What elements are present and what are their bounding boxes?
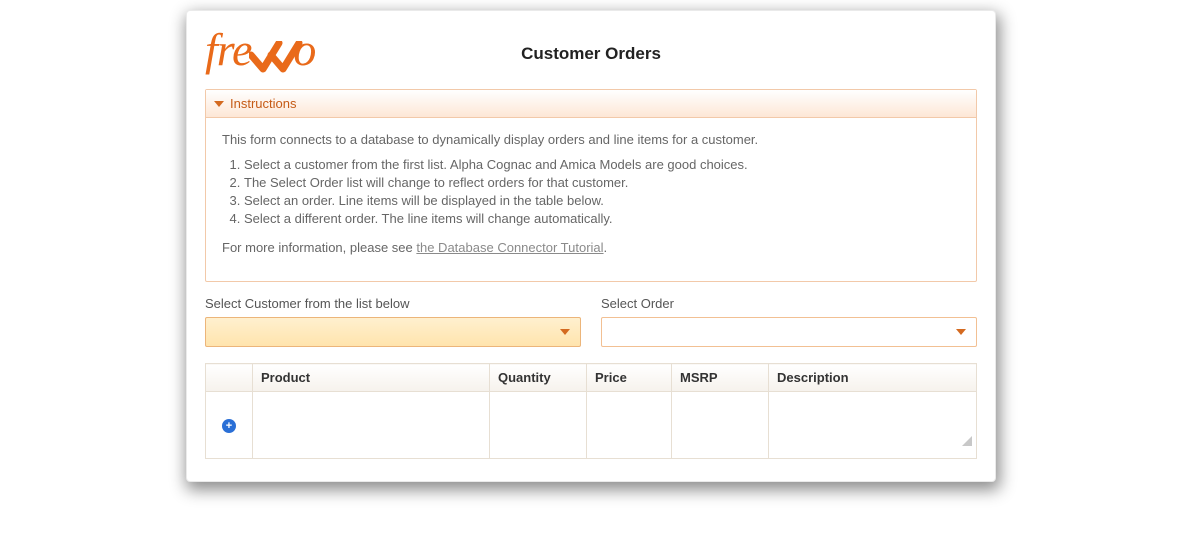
instructions-intro: This form connects to a database to dyna… [222, 132, 960, 147]
cell-product[interactable] [253, 392, 490, 459]
chevron-down-icon [214, 101, 224, 107]
table-header-description: Description [769, 364, 977, 392]
table-header-price: Price [587, 364, 672, 392]
brand-logo-check-icon [249, 41, 309, 75]
cell-quantity[interactable] [490, 392, 587, 459]
customer-field: Select Customer from the list below [205, 296, 581, 347]
table-row: + [206, 392, 977, 459]
table-header-msrp: MSRP [672, 364, 769, 392]
order-label: Select Order [601, 296, 977, 311]
table-header-product: Product [253, 364, 490, 392]
instructions-step: Select a different order. The line items… [244, 211, 960, 226]
instructions-footer: For more information, please see the Dat… [222, 240, 960, 255]
row-handle-cell: + [206, 392, 253, 459]
instructions-toggle[interactable]: Instructions [206, 90, 976, 118]
cell-msrp[interactable] [672, 392, 769, 459]
selectors-row: Select Customer from the list below Sele… [205, 296, 977, 347]
tutorial-link[interactable]: the Database Connector Tutorial [416, 240, 603, 255]
instructions-body: This form connects to a database to dyna… [206, 118, 976, 281]
table-header-handle [206, 364, 253, 392]
order-select[interactable] [601, 317, 977, 347]
table-header-row: Product Quantity Price MSRP Description [206, 364, 977, 392]
instructions-step: Select an order. Line items will be disp… [244, 193, 960, 208]
instructions-step: The Select Order list will change to ref… [244, 175, 960, 190]
customer-select[interactable] [205, 317, 581, 347]
instructions-panel: Instructions This form connects to a dat… [205, 89, 977, 282]
page-title: Customer Orders [337, 44, 845, 64]
instructions-label: Instructions [230, 96, 296, 111]
instructions-list: Select a customer from the first list. A… [244, 157, 960, 226]
chevron-down-icon [560, 329, 570, 335]
chevron-down-icon [956, 329, 966, 335]
cell-price[interactable] [587, 392, 672, 459]
cell-description[interactable] [769, 392, 977, 459]
brand-logo: fre o [205, 29, 337, 79]
table-header-quantity: Quantity [490, 364, 587, 392]
order-field: Select Order [601, 296, 977, 347]
form-card: fre o Customer Orders Instructions This … [186, 10, 996, 482]
customer-label: Select Customer from the list below [205, 296, 581, 311]
instructions-step: Select a customer from the first list. A… [244, 157, 960, 172]
resize-handle-icon[interactable] [962, 436, 972, 446]
line-items-table: Product Quantity Price MSRP Description … [205, 363, 977, 459]
add-row-button[interactable]: + [222, 419, 236, 433]
header: fre o Customer Orders [205, 29, 977, 79]
